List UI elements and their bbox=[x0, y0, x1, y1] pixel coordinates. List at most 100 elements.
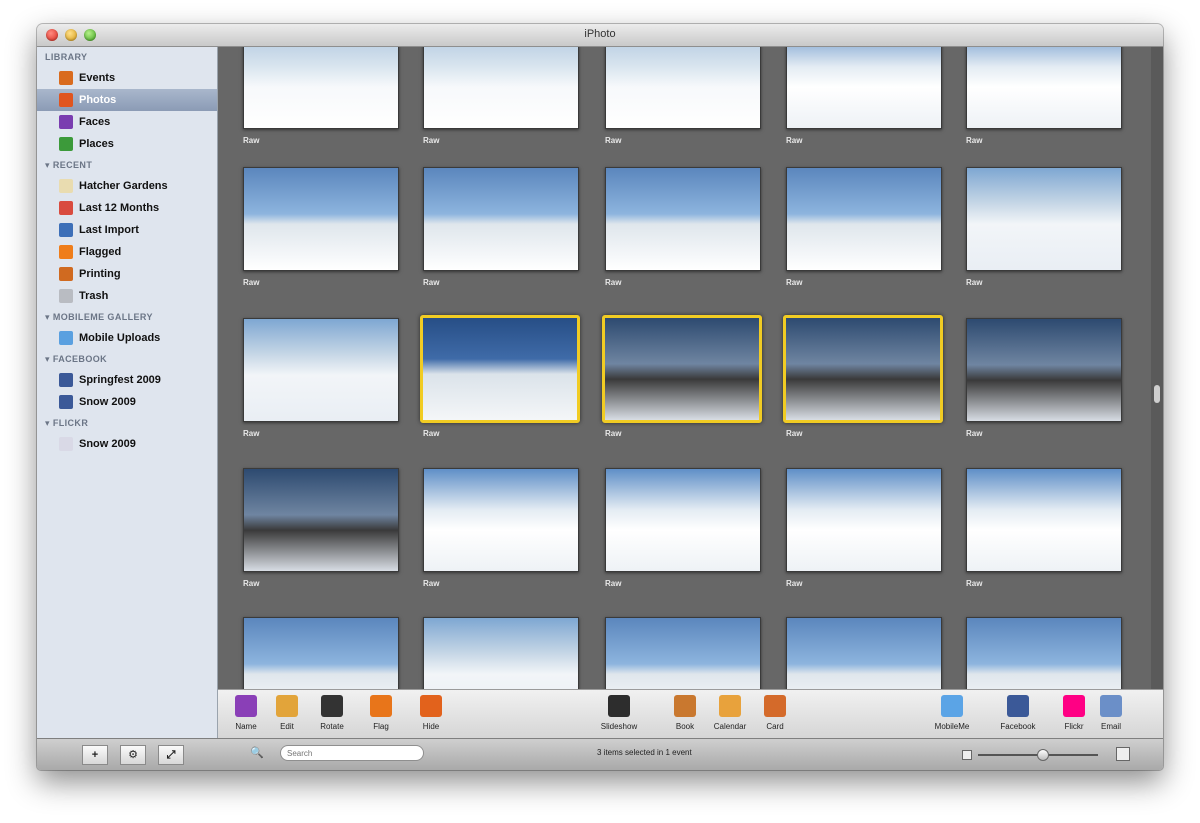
slideshow-button[interactable]: Slideshow bbox=[599, 695, 639, 735]
card-button[interactable]: Card bbox=[755, 695, 795, 735]
photo-thumbnail[interactable] bbox=[243, 318, 399, 422]
photo-grid: Raw Raw Raw Raw Raw Raw Raw Raw Raw Raw Raw Raw Raw R… bbox=[218, 47, 1151, 690]
photo-caption[interactable]: Raw bbox=[243, 278, 259, 287]
zoom-slider[interactable] bbox=[962, 747, 1137, 763]
sidebar-item-label: Hatcher Gardens bbox=[79, 180, 168, 192]
photo-thumbnail[interactable] bbox=[423, 47, 579, 129]
sidebar-item-hatcher-gardens[interactable]: Hatcher Gardens bbox=[37, 175, 217, 197]
flag-button[interactable]: Flag bbox=[361, 695, 401, 735]
card-icon bbox=[764, 695, 786, 717]
photo-caption[interactable]: Raw bbox=[605, 278, 621, 287]
photo-caption[interactable]: Raw bbox=[786, 278, 802, 287]
photo-thumbnail[interactable] bbox=[786, 617, 942, 690]
photo-caption[interactable]: Raw bbox=[605, 136, 621, 145]
add-button[interactable]: + bbox=[82, 745, 108, 765]
photo-thumbnail[interactable] bbox=[423, 167, 579, 271]
photo-thumbnail[interactable] bbox=[605, 468, 761, 572]
photo-thumbnail[interactable] bbox=[605, 47, 761, 129]
sidebar-item-faces[interactable]: Faces bbox=[37, 111, 217, 133]
sidebar-item-places[interactable]: Places bbox=[37, 133, 217, 155]
photo-thumbnail[interactable] bbox=[786, 468, 942, 572]
photo-caption[interactable]: Raw bbox=[966, 136, 982, 145]
hide-button[interactable]: Hide bbox=[411, 695, 451, 735]
facebook-button[interactable]: Facebook bbox=[998, 695, 1038, 735]
sidebar-item-flagged[interactable]: Flagged bbox=[37, 241, 217, 263]
photo-caption[interactable]: Raw bbox=[786, 579, 802, 588]
photo-caption[interactable]: Raw bbox=[966, 278, 982, 287]
photo-thumbnail[interactable] bbox=[423, 617, 579, 690]
sidebar-section-header[interactable]: ▾ MOBILEME GALLERY bbox=[37, 307, 217, 327]
photo-thumbnail[interactable] bbox=[420, 315, 580, 423]
calendar-button[interactable]: Calendar bbox=[710, 695, 750, 735]
zoom-out-icon[interactable] bbox=[962, 750, 972, 760]
photo-thumbnail[interactable] bbox=[243, 47, 399, 129]
action-gear-button[interactable]: ⚙ bbox=[120, 745, 146, 765]
sidebar-section-header[interactable]: LIBRARY bbox=[37, 47, 217, 67]
toolbar-button-label: Card bbox=[766, 722, 784, 731]
sidebar-item-mobile-uploads[interactable]: Mobile Uploads bbox=[37, 327, 217, 349]
photo-thumbnail[interactable] bbox=[966, 167, 1122, 271]
name-icon bbox=[235, 695, 257, 717]
sidebar-item-springfest-2009[interactable]: Springfest 2009 bbox=[37, 369, 217, 391]
toolbar-button-label: Facebook bbox=[1000, 722, 1036, 731]
photo-caption[interactable]: Raw bbox=[966, 579, 982, 588]
flickr-button[interactable]: Flickr bbox=[1054, 695, 1094, 735]
zoom-knob[interactable] bbox=[1037, 749, 1049, 761]
photo-thumbnail[interactable] bbox=[966, 47, 1122, 129]
photo-caption[interactable]: Raw bbox=[423, 136, 439, 145]
search-icon[interactable]: 🔍 bbox=[250, 746, 264, 760]
sidebar-item-printing[interactable]: Printing bbox=[37, 263, 217, 285]
photo-thumbnail[interactable] bbox=[966, 318, 1122, 422]
sidebar-item-label: Last Import bbox=[79, 224, 139, 236]
sidebar-item-label: Snow 2009 bbox=[79, 438, 136, 450]
search-input[interactable] bbox=[280, 745, 424, 761]
photo-caption[interactable]: Raw bbox=[966, 429, 982, 438]
photo-caption[interactable]: Raw bbox=[243, 429, 259, 438]
mobileme-button[interactable]: MobileMe bbox=[932, 695, 972, 735]
book-button[interactable]: Book bbox=[665, 695, 705, 735]
edit-button[interactable]: Edit bbox=[267, 695, 307, 735]
photo-thumbnail[interactable] bbox=[786, 47, 942, 129]
photo-caption[interactable]: Raw bbox=[786, 136, 802, 145]
sidebar-item-snow-2009[interactable]: Snow 2009 bbox=[37, 433, 217, 455]
photo-caption[interactable]: Raw bbox=[423, 278, 439, 287]
sidebar-item-events[interactable]: Events bbox=[37, 67, 217, 89]
photo-caption[interactable]: Raw bbox=[423, 579, 439, 588]
fullscreen-button[interactable]: ⤢ bbox=[158, 745, 184, 765]
email-button[interactable]: Email bbox=[1091, 695, 1131, 735]
sidebar-item-snow-2009[interactable]: Snow 2009 bbox=[37, 391, 217, 413]
photo-thumbnail[interactable] bbox=[786, 167, 942, 271]
sidebar-item-photos[interactable]: Photos bbox=[37, 89, 217, 111]
photo-thumbnail[interactable] bbox=[423, 468, 579, 572]
window-title: iPhoto bbox=[584, 28, 616, 40]
photo-thumbnail[interactable] bbox=[243, 468, 399, 572]
toolbar-button-label: Slideshow bbox=[600, 722, 638, 731]
rotate-button[interactable]: Rotate bbox=[312, 695, 352, 735]
calendar-icon bbox=[719, 695, 741, 717]
photo-caption[interactable]: Raw bbox=[243, 136, 259, 145]
sidebar-item-last-12-months[interactable]: Last 12 Months bbox=[37, 197, 217, 219]
sidebar-item-trash[interactable]: Trash bbox=[37, 285, 217, 307]
photo-thumbnail[interactable] bbox=[605, 167, 761, 271]
zoom-in-icon[interactable] bbox=[1116, 747, 1130, 761]
photo-thumbnail[interactable] bbox=[783, 315, 943, 423]
photo-thumbnail[interactable] bbox=[966, 468, 1122, 572]
sidebar-section-header[interactable]: ▾ FACEBOOK bbox=[37, 349, 217, 369]
photo-thumbnail[interactable] bbox=[966, 617, 1122, 690]
photo-thumbnail[interactable] bbox=[243, 617, 399, 690]
name-button[interactable]: Name bbox=[226, 695, 266, 735]
photo-thumbnail[interactable] bbox=[602, 315, 762, 423]
photo-caption[interactable]: Raw bbox=[605, 579, 621, 588]
photo-caption[interactable]: Raw bbox=[605, 429, 621, 438]
photo-caption[interactable]: Raw bbox=[786, 429, 802, 438]
photo-caption[interactable]: Raw bbox=[243, 579, 259, 588]
scroll-thumb[interactable] bbox=[1154, 385, 1160, 403]
sidebar-item-last-import[interactable]: Last Import bbox=[37, 219, 217, 241]
sidebar-section-header[interactable]: ▾ RECENT bbox=[37, 155, 217, 175]
photo-thumbnail[interactable] bbox=[243, 167, 399, 271]
photo-thumbnail[interactable] bbox=[605, 617, 761, 690]
vertical-scrollbar[interactable] bbox=[1151, 47, 1163, 690]
sidebar-section-header[interactable]: ▾ FLICKR bbox=[37, 413, 217, 433]
photo-caption[interactable]: Raw bbox=[423, 429, 439, 438]
book-icon bbox=[674, 695, 696, 717]
